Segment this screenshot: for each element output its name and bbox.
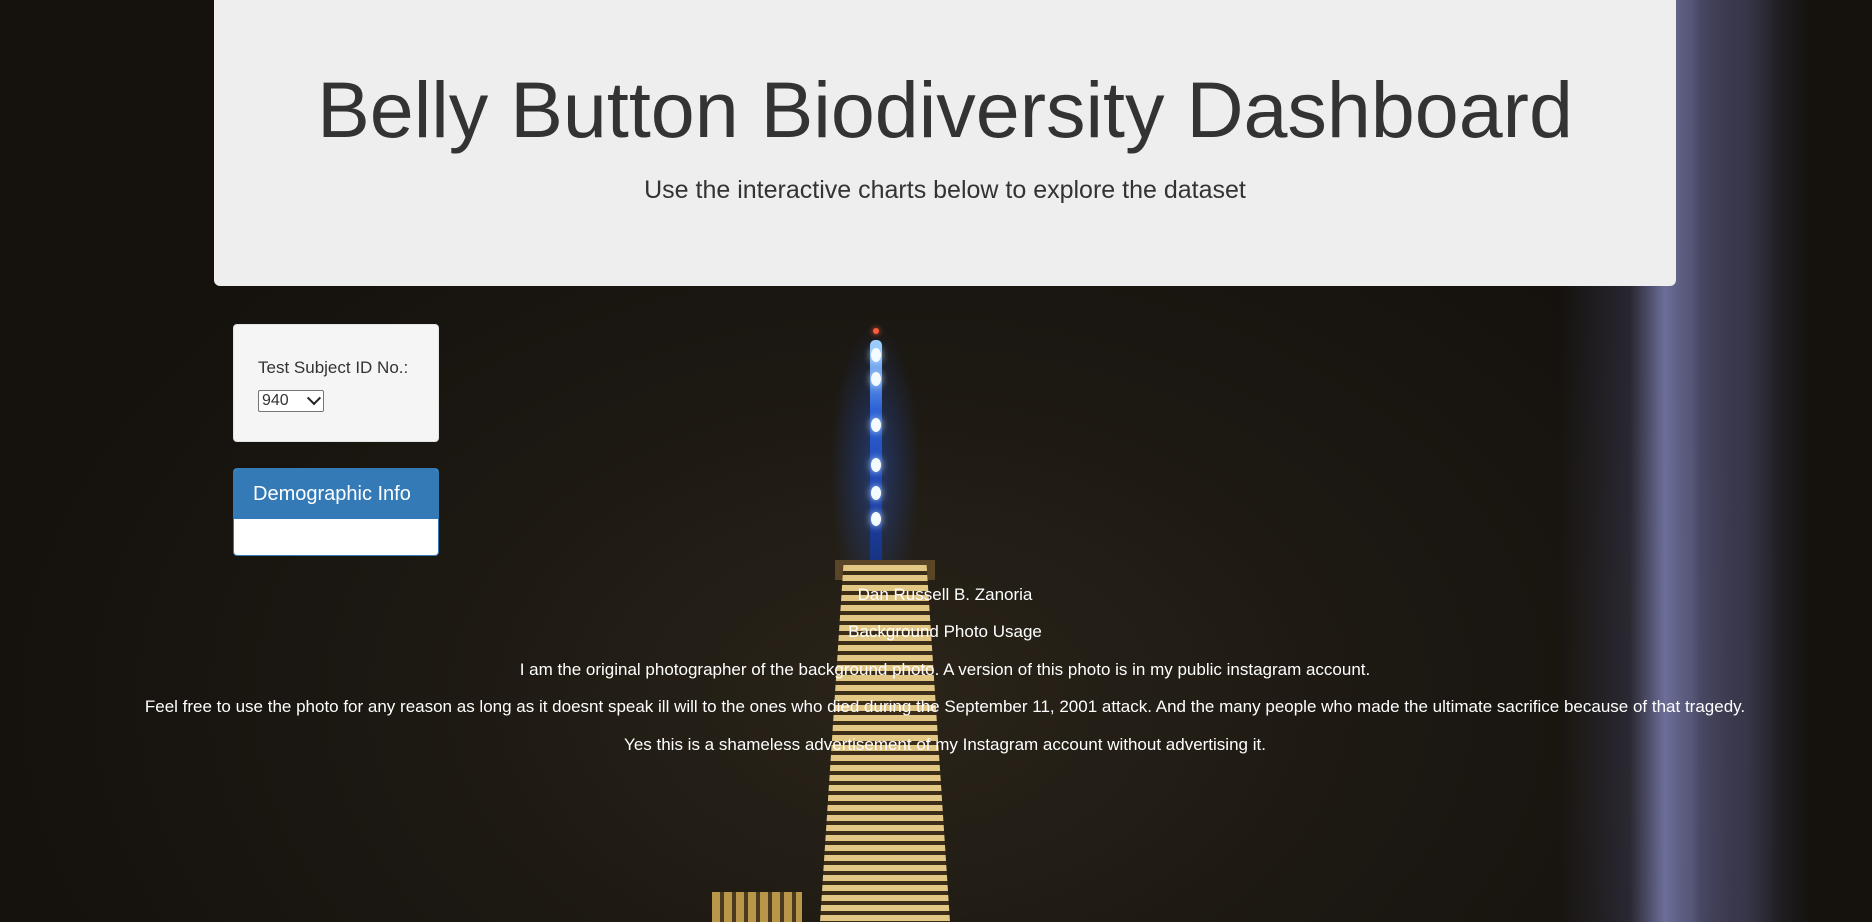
page-subtitle: Use the interactive charts below to expl… — [644, 176, 1246, 204]
spire-light — [871, 512, 881, 526]
chevron-down-icon — [306, 391, 322, 406]
footer-text-line: Yes this is a shameless advertisement of… — [624, 735, 1266, 754]
subject-selector-well: Test Subject ID No.: 940 — [233, 324, 439, 442]
spire-beacon — [873, 328, 879, 334]
light-beam-right — [1680, 0, 1810, 922]
low-building — [712, 892, 802, 922]
spire-light — [871, 348, 881, 362]
footer-author: Dan Russell B. Zanoria — [857, 585, 1033, 604]
page-header: Belly Button Biodiversity Dashboard Use … — [214, 0, 1676, 286]
spire-light — [871, 418, 881, 432]
spire-light — [871, 486, 881, 500]
demographic-info-panel: Demographic Info — [233, 468, 439, 556]
demographic-info-heading: Demographic Info — [234, 469, 438, 519]
footer-text-line: I am the original photographer of the ba… — [519, 660, 1371, 679]
page-title: Belly Button Biodiversity Dashboard — [317, 65, 1573, 154]
footer-usage-heading: Background Photo Usage — [848, 622, 1042, 641]
footer-text-line: Feel free to use the photo for any reaso… — [144, 697, 1746, 716]
subject-id-label: Test Subject ID No.: — [258, 358, 409, 377]
spire-light — [871, 372, 881, 386]
subject-id-value: 940 — [262, 392, 289, 410]
subject-id-select[interactable]: 940 — [258, 390, 324, 413]
spire-light — [871, 458, 881, 472]
